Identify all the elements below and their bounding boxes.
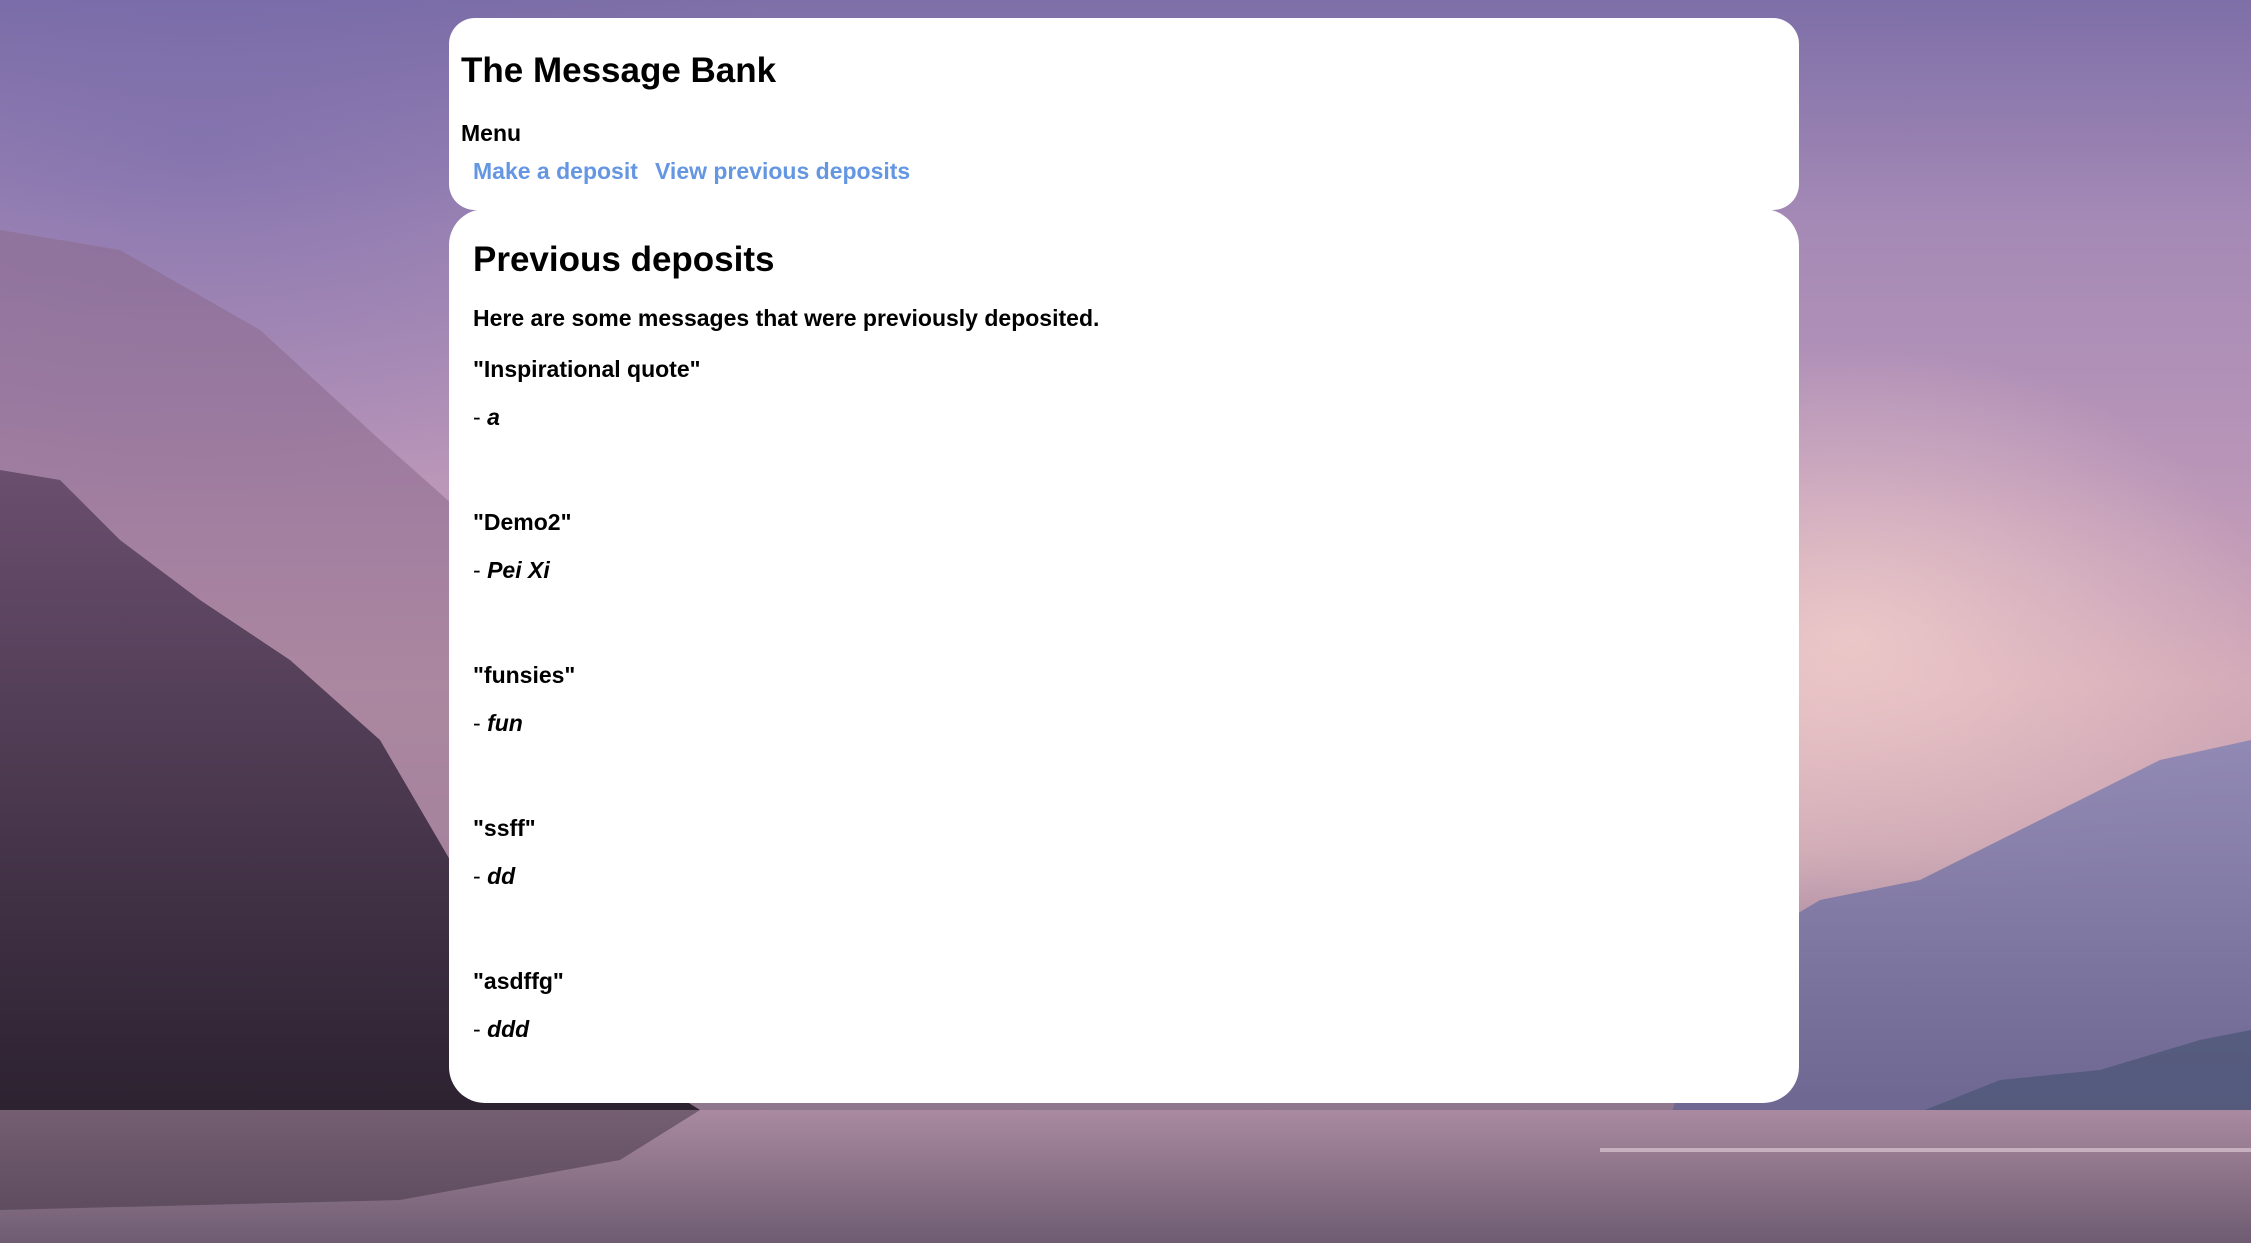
deposits-card: Previous deposits Here are some messages… (449, 209, 1799, 1103)
deposit-entry: "ssff" - dd (473, 817, 536, 888)
deposit-author-line: - fun (473, 712, 575, 735)
deposit-author: ddd (487, 1016, 530, 1042)
author-dash: - (473, 863, 488, 889)
deposit-message: "ssff" (473, 815, 536, 841)
deposit-message: "Inspirational quote" (473, 356, 701, 382)
view-previous-deposits-link[interactable]: View previous deposits (655, 160, 910, 183)
deposit-author: a (487, 404, 500, 430)
deposit-message: "asdffg" (473, 968, 564, 994)
site-title: The Message Bank (461, 51, 777, 90)
deposit-message: "Demo2" (473, 509, 572, 535)
deposit-entry: "funsies" - fun (473, 664, 575, 735)
deposit-message: "funsies" (473, 662, 576, 688)
deposit-entry: "Demo2" - Pei Xi (473, 511, 572, 582)
deposit-author: fun (487, 710, 523, 736)
page-title: Previous deposits (473, 240, 775, 279)
deposit-entry: "Inspirational quote" - a (473, 358, 701, 429)
deposit-author-line: - a (473, 406, 701, 429)
make-deposit-link[interactable]: Make a deposit (473, 160, 638, 183)
deposit-author: dd (487, 863, 516, 889)
deposit-author-line: - Pei Xi (473, 559, 572, 582)
author-dash: - (473, 1016, 488, 1042)
deposit-author-line: - ddd (473, 1018, 564, 1041)
header-card: The Message Bank Menu Make a deposit Vie… (449, 18, 1799, 210)
deposit-author: Pei Xi (487, 557, 550, 583)
author-dash: - (473, 557, 488, 583)
intro-text: Here are some messages that were previou… (473, 305, 1100, 331)
deposit-entry: "asdffg" - ddd (473, 970, 564, 1041)
menu-label: Menu (461, 120, 522, 146)
deposit-author-line: - dd (473, 865, 536, 888)
author-dash: - (473, 710, 488, 736)
author-dash: - (473, 404, 488, 430)
